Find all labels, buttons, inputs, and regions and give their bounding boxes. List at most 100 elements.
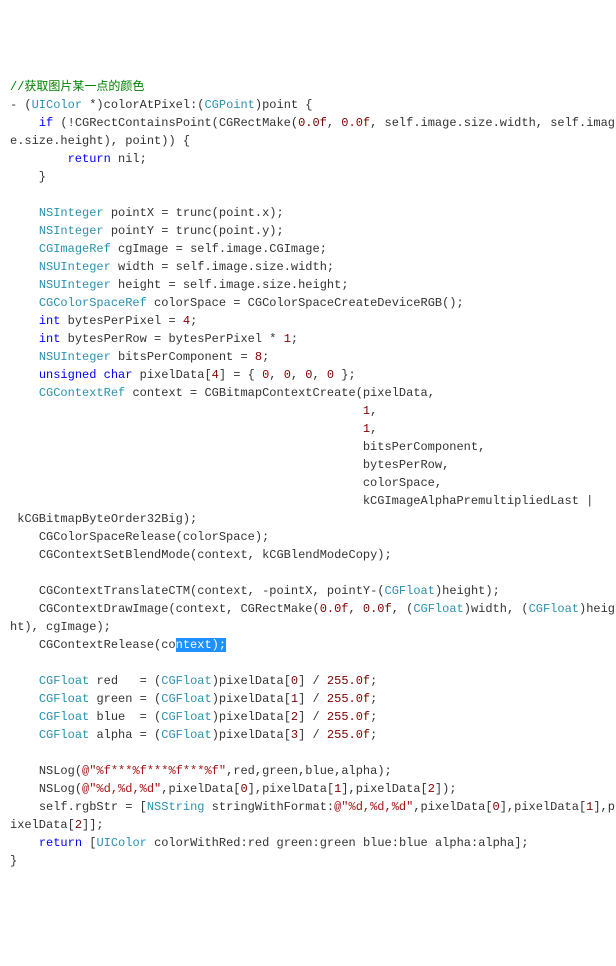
type: CGColorSpaceRef bbox=[39, 296, 147, 310]
fn: trunc bbox=[176, 206, 212, 220]
num: 0.0f bbox=[363, 602, 392, 616]
type: CGFloat bbox=[529, 602, 579, 616]
type: CGFloat bbox=[161, 674, 211, 688]
num: 0 bbox=[327, 368, 334, 382]
ident: point bbox=[219, 224, 255, 238]
type: CGImageRef bbox=[39, 242, 111, 256]
ident: red bbox=[233, 764, 255, 778]
num: 0.0f bbox=[298, 116, 327, 130]
ident: pointX bbox=[269, 584, 312, 598]
num: 255.0f bbox=[327, 710, 370, 724]
ident: height bbox=[298, 278, 341, 292]
method-name: colorAtPixel bbox=[104, 98, 190, 112]
ident: green bbox=[96, 692, 132, 706]
num: 4 bbox=[212, 368, 219, 382]
ident: height bbox=[118, 278, 161, 292]
ident: alpha bbox=[478, 836, 514, 850]
ident: bytesPerPixel bbox=[68, 314, 162, 328]
ident: image bbox=[421, 116, 457, 130]
string: @"%f***%f***%f***%f" bbox=[82, 764, 226, 778]
string: @"%d,%d,%d" bbox=[334, 800, 413, 814]
ident: height bbox=[442, 584, 485, 598]
ident: x bbox=[262, 206, 269, 220]
ident: red bbox=[96, 674, 118, 688]
comment-line: //获取图片某一点的颜色 bbox=[10, 80, 144, 94]
type: NSInteger bbox=[39, 206, 104, 220]
num: 0.0f bbox=[320, 602, 349, 616]
num: 3 bbox=[291, 728, 298, 742]
text-selection[interactable]: ntext); bbox=[176, 638, 226, 652]
code-view: //获取图片某一点的颜色 - (UIColor *)colorAtPixel:(… bbox=[10, 78, 606, 870]
ident: pixelData bbox=[219, 674, 284, 688]
type: CGContextRef bbox=[39, 386, 125, 400]
ident: size bbox=[262, 278, 291, 292]
ident: pixelData bbox=[421, 800, 486, 814]
num: 1 bbox=[284, 332, 291, 346]
type: CGFloat bbox=[385, 584, 435, 598]
type: CGFloat bbox=[39, 728, 89, 742]
ident: size bbox=[464, 116, 493, 130]
num: 255.0f bbox=[327, 674, 370, 688]
ident: self bbox=[385, 116, 414, 130]
num: 255.0f bbox=[327, 692, 370, 706]
num: 1 bbox=[291, 692, 298, 706]
type: CGPoint bbox=[204, 98, 254, 112]
ident: bitsPerComponent bbox=[363, 440, 478, 454]
num: 1 bbox=[363, 422, 370, 436]
fn: CGContextTranslateCTM bbox=[39, 584, 190, 598]
ident: alpha bbox=[96, 728, 132, 742]
ident: bitsPerComponent bbox=[118, 350, 233, 364]
ident: self bbox=[183, 278, 212, 292]
ident: blue bbox=[96, 710, 125, 724]
ident: colorSpace bbox=[183, 530, 255, 544]
ident: cgImage bbox=[46, 620, 96, 634]
type: NSUInteger bbox=[39, 278, 111, 292]
ident: pixelData bbox=[363, 386, 428, 400]
fn: trunc bbox=[176, 224, 212, 238]
ident: nil bbox=[118, 152, 140, 166]
ident: pointY bbox=[111, 224, 154, 238]
num: 4 bbox=[183, 314, 190, 328]
ident: y bbox=[262, 224, 269, 238]
ident: cgImage bbox=[118, 242, 168, 256]
ident: width bbox=[118, 260, 154, 274]
kw-return: return bbox=[39, 836, 82, 850]
num: 0 bbox=[493, 800, 500, 814]
ident: kCGBlendModeCopy bbox=[262, 548, 377, 562]
ident: context bbox=[176, 602, 226, 616]
num: 1 bbox=[586, 800, 593, 814]
type: NSUInteger bbox=[39, 350, 111, 364]
num: 0 bbox=[262, 368, 269, 382]
ident: pointX bbox=[111, 206, 154, 220]
ident: height bbox=[60, 134, 103, 148]
kw-return: return bbox=[68, 152, 111, 166]
ident: blue bbox=[399, 836, 428, 850]
ident: colorWithRed bbox=[154, 836, 240, 850]
ident: rgbStr bbox=[75, 800, 118, 814]
kw-int: int bbox=[39, 332, 61, 346]
ident: green bbox=[320, 836, 356, 850]
type: NSInteger bbox=[39, 224, 104, 238]
ident: stringWithFormat bbox=[212, 800, 327, 814]
num: 0 bbox=[291, 674, 298, 688]
ident: size bbox=[255, 260, 284, 274]
ident: pixelData bbox=[219, 710, 284, 724]
ident: pixelData bbox=[219, 728, 284, 742]
ident: point bbox=[125, 134, 161, 148]
ident: self bbox=[39, 800, 68, 814]
type: CGFloat bbox=[161, 692, 211, 706]
ident: pixelData bbox=[219, 692, 284, 706]
ident: width bbox=[291, 260, 327, 274]
ident: alpha bbox=[435, 836, 471, 850]
kw-if: if bbox=[39, 116, 53, 130]
fn: NSLog bbox=[39, 764, 75, 778]
type: NSString bbox=[147, 800, 205, 814]
ident: bytesPerRow bbox=[363, 458, 442, 472]
fn: CGRectContainsPoint bbox=[75, 116, 212, 130]
num: 0 bbox=[305, 368, 312, 382]
ident: CGImage bbox=[269, 242, 319, 256]
ident: image bbox=[212, 260, 248, 274]
num: 0 bbox=[284, 368, 291, 382]
ident: alpha bbox=[341, 764, 377, 778]
type: NSUInteger bbox=[39, 260, 111, 274]
